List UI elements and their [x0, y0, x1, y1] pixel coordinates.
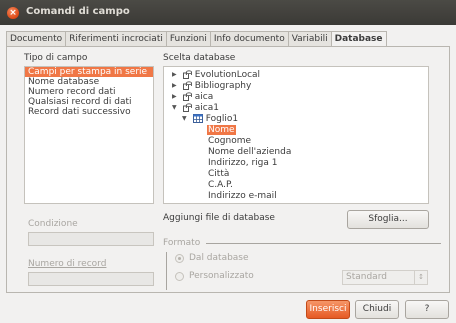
tree-item[interactable]: Nome dell'azienda: [208, 147, 291, 157]
tree-item-label: Indirizzo e-mail: [208, 191, 277, 201]
database-icon: [182, 92, 192, 101]
browse-button[interactable]: Sfoglia...: [347, 210, 429, 229]
database-icon: [182, 81, 192, 90]
tab-info-documento[interactable]: Info documento: [209, 31, 289, 47]
tree-item[interactable]: ▶ EvolutionLocal: [172, 70, 260, 80]
list-item[interactable]: Record dati successivo: [25, 107, 153, 117]
custom-format-label: Personalizzato: [189, 271, 254, 281]
condition-label: Condizione: [28, 219, 78, 229]
list-item[interactable]: Campi per stampa in serie: [25, 67, 153, 77]
tree-item[interactable]: ▶ aica: [172, 92, 213, 102]
tree-item[interactable]: Indirizzo, riga 1: [208, 158, 277, 168]
record-number-field[interactable]: [28, 272, 154, 286]
record-number-label: Numero di record: [28, 259, 107, 269]
tree-item[interactable]: C.A.P.: [208, 180, 233, 190]
tree-item-label: Nome: [207, 125, 236, 135]
database-tree[interactable]: ▶ EvolutionLocal ▶ Bibliography ▶ aica ▼…: [163, 66, 429, 204]
list-item[interactable]: Nome database: [25, 77, 153, 87]
tree-item-label: EvolutionLocal: [194, 70, 261, 80]
tab-variabili[interactable]: Variabili: [287, 31, 332, 47]
list-item[interactable]: Qualsiasi record di dati: [25, 97, 153, 107]
tree-item-label: C.A.P.: [208, 180, 233, 190]
from-database-radio[interactable]: [175, 254, 184, 263]
list-item[interactable]: Numero record dati: [25, 87, 153, 97]
insert-button[interactable]: Inserisci: [306, 300, 350, 319]
tab-riferimenti-incrociati[interactable]: Riferimenti incrociati: [65, 31, 167, 47]
collapse-arrow-icon[interactable]: ▼: [172, 103, 180, 113]
custom-format-radio[interactable]: [175, 272, 184, 281]
field-type-label: Tipo di campo: [24, 53, 88, 63]
tree-item-label: aica: [194, 92, 214, 102]
tree-item-label: Cognome: [208, 136, 252, 146]
add-db-file-label: Aggiungi file di database: [163, 213, 275, 223]
tree-item-label: Indirizzo, riga 1: [208, 158, 278, 168]
expand-arrow-icon[interactable]: ▶: [172, 92, 180, 102]
database-icon: [182, 103, 192, 112]
expand-arrow-icon[interactable]: ▶: [172, 81, 180, 91]
title-bar: × Comandi di campo: [0, 0, 456, 25]
field-type-list[interactable]: Campi per stampa in serie Nome database …: [24, 66, 154, 204]
tree-item-label: Nome dell'azienda: [208, 147, 292, 157]
format-bracket: [166, 252, 167, 290]
spin-arrows-icon: ↕: [414, 271, 427, 284]
tree-item-label: aica1: [194, 103, 219, 113]
database-icon: [182, 70, 192, 79]
tree-item[interactable]: Cognome: [208, 136, 251, 146]
tree-item[interactable]: ▼ Foglio1: [182, 114, 238, 124]
tree-item[interactable]: Nome: [207, 125, 236, 135]
condition-field[interactable]: [28, 232, 154, 246]
format-separator: [206, 243, 441, 244]
format-label: Formato: [163, 238, 201, 248]
tab-funzioni[interactable]: Funzioni: [165, 31, 211, 47]
tree-item[interactable]: Città: [208, 169, 229, 179]
tree-item[interactable]: Indirizzo e-mail: [208, 191, 277, 201]
table-icon: [192, 114, 203, 123]
tab-bar: Documento Riferimenti incrociati Funzion…: [6, 31, 387, 48]
collapse-arrow-icon[interactable]: ▼: [182, 114, 190, 124]
tree-item-label: Foglio1: [205, 114, 239, 124]
tab-documento[interactable]: Documento: [6, 31, 67, 47]
format-select[interactable]: Standard ↕: [342, 270, 428, 285]
close-icon[interactable]: ×: [7, 7, 19, 19]
tree-item-label: Città: [208, 169, 230, 179]
expand-arrow-icon[interactable]: ▶: [172, 70, 180, 80]
from-database-label: Dal database: [189, 253, 249, 263]
window-title: Comandi di campo: [26, 6, 130, 17]
tree-item[interactable]: ▶ Bibliography: [172, 81, 251, 91]
help-button[interactable]: ?: [405, 300, 449, 319]
tree-item[interactable]: ▼ aica1: [172, 103, 219, 113]
tree-item-label: Bibliography: [194, 81, 252, 91]
format-select-value: Standard: [346, 272, 387, 282]
close-button[interactable]: Chiudi: [355, 300, 399, 319]
database-selection-label: Scelta database: [163, 53, 236, 63]
